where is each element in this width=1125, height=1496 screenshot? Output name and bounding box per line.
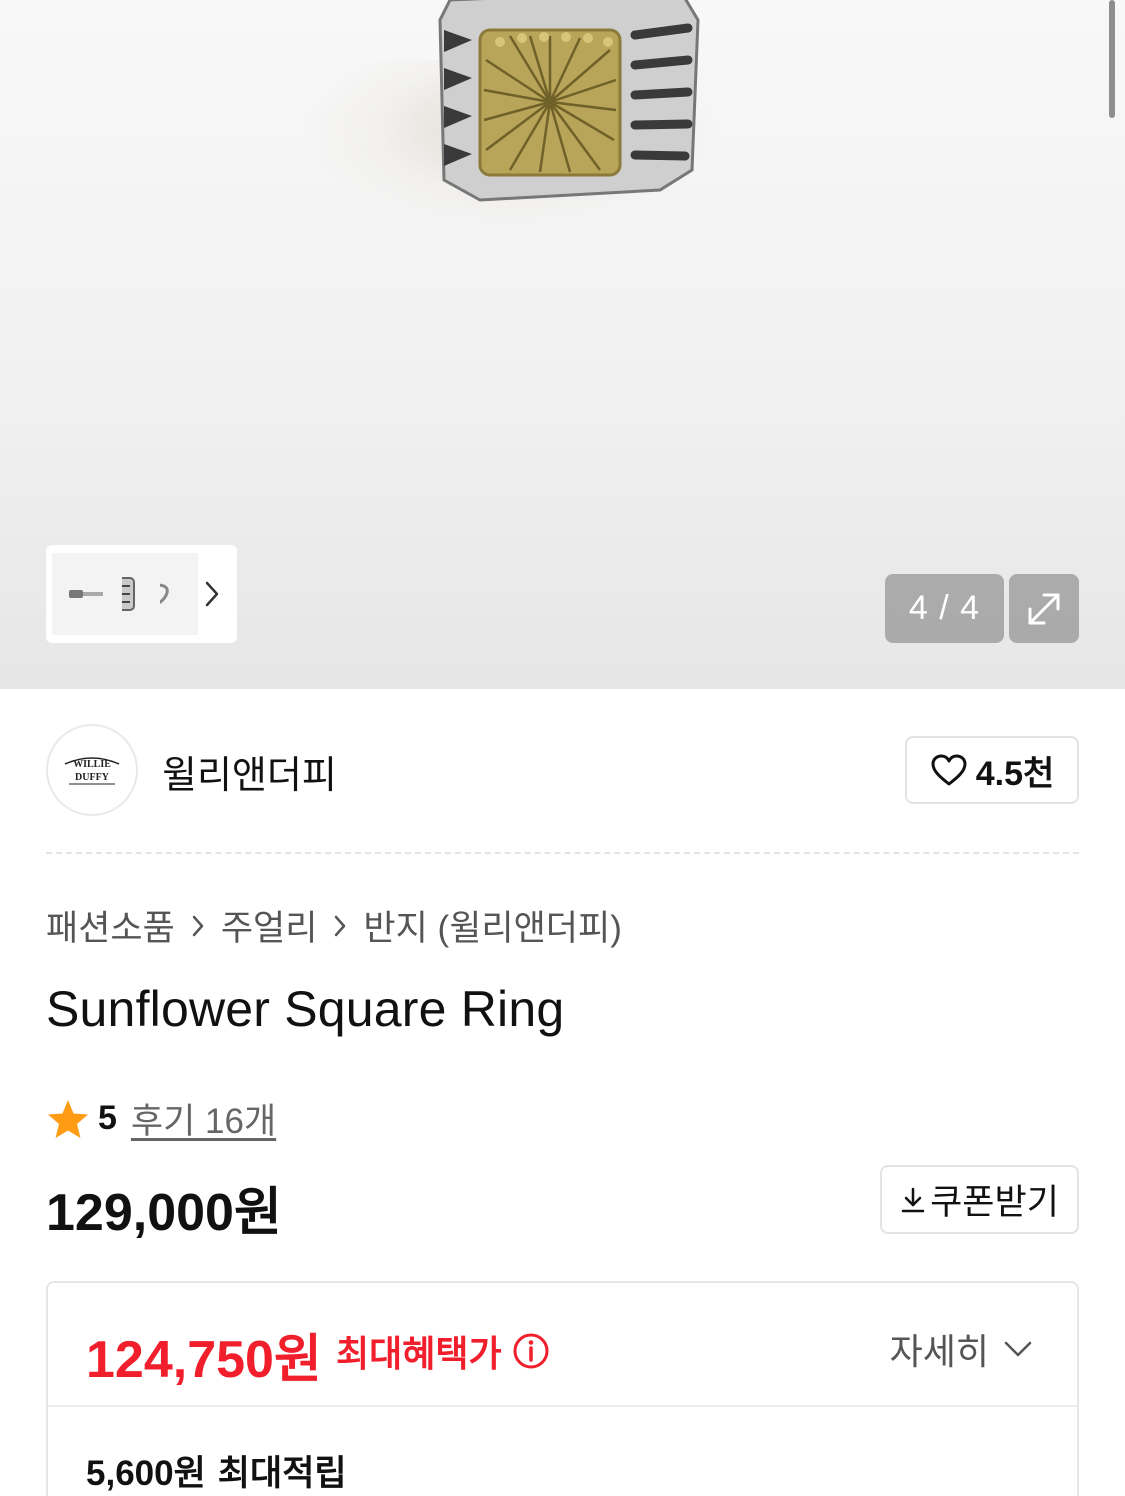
review-link[interactable]: 후기 16개 [131,1093,276,1144]
coupon-label: 쿠폰받기 [930,1183,1059,1222]
breadcrumb: 패션소품 주얼리 반지 (윌리앤더피) [46,900,622,951]
breadcrumb-item-jewelry[interactable]: 주얼리 [221,900,318,951]
like-button[interactable]: 4.5천 [905,736,1079,804]
chevron-down-icon [1004,1341,1032,1357]
expand-icon [1028,593,1060,624]
rating-row: 5 후기 16개 [46,1093,276,1144]
product-price: 129,000원 [46,1184,282,1242]
product-image-gallery[interactable]: 4 / 4 [0,0,1125,689]
breadcrumb-item-ring[interactable]: 반지 (윌리앤더피) [363,900,621,951]
coupon-button[interactable]: 쿠폰받기 [880,1165,1079,1234]
breadcrumb-item-fashion[interactable]: 패션소품 [46,900,175,951]
star-icon [48,1099,88,1138]
benefit-header[interactable]: 124,750원 최대혜택가 자세히 [48,1283,1077,1407]
ring-thumbnail-icon [69,590,103,598]
detail-toggle[interactable]: 자세히 [890,1323,1033,1375]
image-counter: 4 / 4 [885,574,1004,643]
like-count: 4.5천 [975,754,1055,793]
divider [46,852,1079,854]
max-benefit-price: 124,750원 [86,1331,322,1389]
thumbnail-strip[interactable] [46,545,237,643]
product-title: Sunflower Square Ring [46,981,565,1037]
chevron-right-icon [175,914,221,938]
svg-text:DUFFY: DUFFY [75,772,110,783]
heart-outline-icon [931,754,967,786]
svg-text:WILLIE: WILLIE [73,759,111,770]
max-benefit-label: 최대혜택가 [336,1325,550,1377]
download-icon [901,1187,925,1212]
points-amount: 5,600원 [86,1454,206,1493]
scrollbar[interactable] [1109,0,1115,118]
brand-logo[interactable]: WILLIE DUFFY [46,724,138,816]
thumbnail-1[interactable] [52,553,122,635]
detail-label: 자세히 [889,1331,989,1372]
chevron-right-icon[interactable] [197,577,227,611]
benefit-box: 124,750원 최대혜택가 자세히 5,600원 최대적립 [46,1281,1079,1496]
chevron-right-icon [317,914,363,938]
product-ring-image [438,0,700,202]
max-points-row: 5,600원 최대적립 [86,1445,347,1496]
max-benefit-text: 최대혜택가 [336,1333,502,1374]
points-label: 최대적립 [217,1454,347,1493]
brand-logo-image: WILLIE DUFFY [64,757,120,785]
rating-value: 5 [98,1099,117,1137]
brand-name[interactable]: 윌리앤더피 [162,744,337,799]
expand-button[interactable] [1009,574,1079,643]
info-icon[interactable] [512,1332,550,1370]
